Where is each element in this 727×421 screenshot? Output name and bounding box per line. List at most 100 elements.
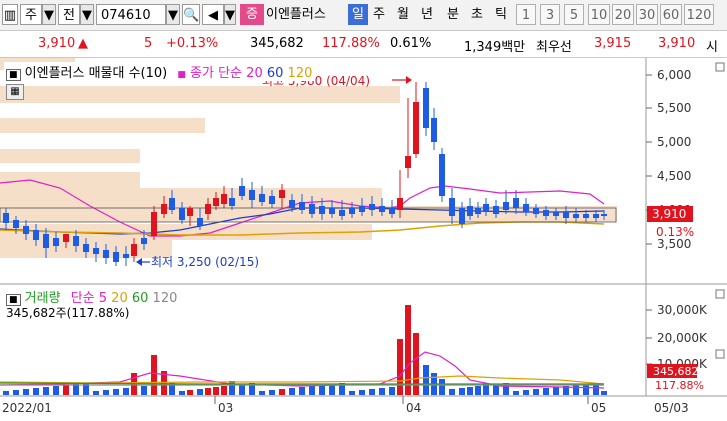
low-annotation: 최저 3,250 (02/15) [136, 255, 259, 269]
minute-button-60[interactable]: 60 [660, 4, 682, 25]
candle-body [23, 226, 29, 234]
volume-bar [23, 389, 29, 395]
volume-bar [3, 391, 9, 395]
market-select[interactable]: 주 [20, 4, 42, 25]
volume-profile-bar [0, 86, 400, 103]
minute-button-20[interactable]: 20 [612, 4, 634, 25]
code-input[interactable]: 074610 [96, 4, 166, 25]
candle-body [339, 210, 345, 216]
candle-body [123, 254, 129, 258]
candle-body [161, 204, 167, 214]
volume-panel-menu-icon[interactable] [715, 289, 725, 299]
search-icon[interactable]: 🔍 [182, 4, 200, 25]
x-label-2022-01: 2022/01 [2, 401, 52, 415]
price-change: 5 [144, 36, 153, 51]
code-dropdown-icon[interactable]: ▼ [166, 4, 180, 25]
minute-button-10[interactable]: 10 [588, 4, 610, 25]
ma-legend-20[interactable]: 20 [246, 66, 263, 81]
period-tab-month[interactable]: 월 [394, 4, 412, 25]
minute-button-1[interactable]: 1 [516, 4, 536, 25]
grid-table-icon[interactable]: ▦ [6, 84, 24, 100]
candle-body [573, 214, 579, 218]
candle-body [113, 252, 119, 262]
candle-body [319, 206, 325, 214]
minute-button-3[interactable]: 3 [540, 4, 560, 25]
period-tab-second[interactable]: 초 [468, 4, 486, 25]
volume-panel-collapse-icon[interactable] [715, 349, 725, 359]
volume-bar [33, 388, 39, 395]
volume-profile-bar [0, 188, 382, 206]
candle-body [83, 244, 89, 252]
volume-bar [359, 390, 365, 395]
period-tab-tick[interactable]: 틱 [492, 4, 510, 25]
volume-bar [187, 390, 193, 395]
volume-bar [573, 385, 579, 395]
price-panel-menu-icon[interactable] [715, 62, 725, 72]
period-tab-week[interactable]: 주 [370, 4, 388, 25]
volume-bar [179, 391, 185, 395]
candle-body [205, 204, 211, 214]
period-tab-year[interactable]: 년 [418, 4, 436, 25]
volume-value: 345,682 [250, 36, 304, 51]
volume-ma-60-line [0, 382, 604, 385]
panel-icon[interactable]: ▥ [2, 4, 18, 25]
candle-body [299, 202, 305, 210]
candle-body [151, 212, 157, 236]
candle-body [3, 213, 9, 223]
price-y-axis: 6,000 5,500 5,000 4,500 4,000 3,500 [646, 68, 691, 251]
speaker-dropdown-icon[interactable]: ▼ [224, 4, 236, 25]
y-tick-30000k: 30,000K [657, 303, 708, 317]
volume-bar [369, 389, 375, 395]
mode-select[interactable]: 전 [58, 4, 80, 25]
current-price: 3,910 [38, 36, 76, 51]
volume-bar [309, 386, 315, 395]
candle-body [309, 204, 315, 214]
ma-legend-label[interactable]: 종가 단순 [190, 66, 242, 81]
volume-current-text: 345,682주(117.88%) [6, 306, 130, 320]
y-tick-4500: 4,500 [657, 169, 691, 183]
period-tab-minute[interactable]: 분 [444, 4, 462, 25]
volume-bar [43, 387, 49, 395]
current-volume-tag-pct: 117.88% [655, 379, 704, 392]
volume-ma-legend-120[interactable]: 120 [153, 291, 178, 306]
candle-body [221, 194, 227, 204]
mode-dropdown-icon[interactable]: ▼ [80, 4, 94, 25]
y-tick-6000: 6,000 [657, 68, 691, 82]
candle-body [259, 194, 265, 202]
price-legend: ■ 이엔플러스 매물대 수(10) ■ 종가 단순 20 60 120 [4, 62, 315, 81]
candle-body [289, 200, 295, 208]
ma-legend-60[interactable]: 60 [267, 66, 284, 81]
minute-button-5[interactable]: 5 [564, 4, 584, 25]
candle-body [131, 244, 137, 256]
candle-body [13, 220, 19, 228]
candle-body [431, 118, 437, 142]
candle-body [503, 202, 509, 210]
candle-body [33, 230, 39, 240]
volume-bar [103, 390, 109, 395]
candle-body [475, 208, 481, 214]
market-dropdown-icon[interactable]: ▼ [42, 4, 56, 25]
candle-body [239, 186, 245, 196]
volume-ma-legend-60[interactable]: 60 [132, 291, 149, 306]
price-legend-title[interactable]: 이엔플러스 매물대 수(10) [25, 66, 168, 81]
volume-profile [0, 58, 617, 258]
minute-button-120[interactable]: 120 [684, 4, 714, 25]
minute-button-30[interactable]: 30 [636, 4, 658, 25]
period-tab-day[interactable]: 일 [348, 4, 368, 25]
volume-bar [299, 387, 305, 395]
volume-bar [483, 385, 489, 395]
candle-body [553, 212, 559, 216]
volume-bar [259, 391, 265, 395]
volume-bar [123, 388, 129, 395]
volume-bar [423, 365, 429, 395]
candle-body [493, 206, 499, 214]
volume-bar [583, 384, 589, 395]
candle-body [213, 198, 219, 206]
candle-body [249, 190, 255, 200]
chart-area[interactable]: 6,000 5,500 5,000 4,500 4,000 3,500 30,0… [0, 58, 727, 418]
stock-chart[interactable]: 6,000 5,500 5,000 4,500 4,000 3,500 30,0… [0, 58, 727, 418]
speaker-icon[interactable]: ◀ [202, 4, 224, 25]
candle-body [63, 234, 69, 242]
x-axis: 2022/01 03 04 05 05/03 [2, 396, 689, 415]
ma-legend-120[interactable]: 120 [288, 66, 313, 81]
